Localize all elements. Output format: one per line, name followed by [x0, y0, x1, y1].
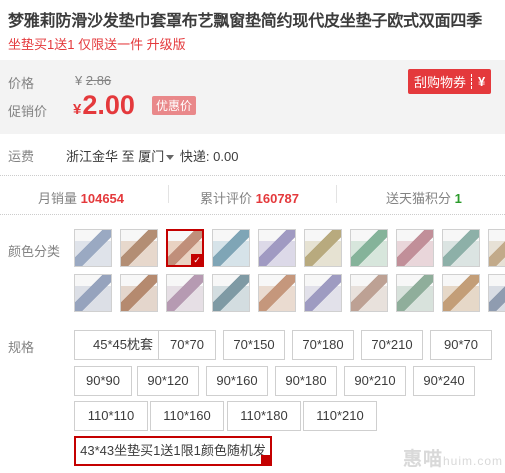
spec-option[interactable]: 43*43坐垫买1送1限1颜色随机发	[74, 436, 272, 466]
watermark-main: 惠喵	[402, 449, 443, 470]
tmall-points: 送天猫积分 1	[386, 188, 462, 207]
tmall-points-label: 送天猫积分	[386, 191, 452, 206]
spec-option[interactable]: 90*240	[413, 366, 475, 396]
color-label: 颜色分类	[8, 244, 61, 259]
color-swatch[interactable]	[166, 274, 204, 312]
spec-option[interactable]: 70*70	[158, 330, 216, 360]
color-swatch[interactable]	[304, 229, 342, 267]
spec-label: 规格	[8, 340, 35, 355]
original-price-label: 价格	[8, 76, 35, 91]
original-price-value: 2.86	[85, 73, 112, 88]
coupon-button[interactable]: 刮购物券 ¥	[408, 69, 492, 94]
chevron-down-icon	[166, 155, 175, 161]
original-price: ¥ 2.86	[75, 73, 111, 88]
color-swatch[interactable]: ✓	[166, 229, 204, 267]
divider	[168, 185, 169, 203]
color-swatch[interactable]	[442, 229, 480, 267]
divider	[336, 185, 337, 203]
ship-from: 浙江金华	[66, 149, 119, 164]
spec-option[interactable]: 110*160	[150, 401, 224, 431]
ship-to: 厦门	[138, 149, 165, 164]
color-swatch[interactable]	[258, 229, 296, 267]
color-swatch[interactable]	[396, 274, 434, 312]
stats-bar: 月销量 104654 累计评价 160787 送天猫积分 1	[0, 175, 505, 215]
promo-badge: 优惠价	[152, 96, 197, 115]
spec-option[interactable]: 110*180	[227, 401, 301, 431]
shipping-label: 运费	[8, 149, 35, 164]
spec-option[interactable]: 110*110	[74, 401, 148, 431]
shipping-info: 浙江金华 至 厦门 快递: 0.00	[66, 146, 238, 165]
color-swatch[interactable]	[120, 274, 158, 312]
original-price-currency: ¥	[75, 73, 83, 88]
spec-option[interactable]: 90*90	[74, 366, 132, 396]
spec-option[interactable]: 90*120	[137, 366, 199, 396]
color-swatch[interactable]	[396, 229, 434, 267]
promo-price-value: 2.00	[82, 90, 135, 120]
color-swatch[interactable]	[74, 229, 112, 267]
color-swatch[interactable]	[258, 274, 296, 312]
monthly-sales-value: 104654	[80, 191, 125, 206]
product-subtitle: 坐垫买1送1 仅限送一件 升级版	[8, 37, 186, 52]
watermark: 惠喵huim.com	[403, 444, 503, 471]
color-swatch[interactable]	[212, 229, 250, 267]
color-swatch[interactable]	[442, 274, 480, 312]
color-swatch[interactable]	[212, 274, 250, 312]
review-count-label: 累计评价	[200, 191, 253, 206]
ship-to-selector[interactable]: 厦门	[138, 149, 176, 164]
spec-option[interactable]: 90*160	[206, 366, 268, 396]
color-swatch[interactable]	[350, 274, 388, 312]
spec-option[interactable]: 90*180	[275, 366, 337, 396]
ship-to-word: 至	[121, 149, 135, 164]
tmall-points-value: 1	[454, 191, 462, 206]
monthly-sales-label: 月销量	[38, 191, 78, 206]
promo-price-label: 促销价	[8, 104, 48, 119]
spec-option[interactable]: 90*70	[430, 330, 492, 360]
spec-option[interactable]: 90*210	[344, 366, 406, 396]
review-count-value: 160787	[255, 191, 300, 206]
color-swatch[interactable]	[120, 229, 158, 267]
ship-cost: 快递: 0.00	[179, 149, 239, 164]
spec-option[interactable]: 70*210	[361, 330, 423, 360]
watermark-sub: huim.com	[442, 454, 503, 468]
color-swatch[interactable]	[350, 229, 388, 267]
yen-icon: ¥	[471, 74, 491, 89]
spec-option[interactable]: 70*150	[223, 330, 285, 360]
promo-price: ¥2.00	[73, 90, 135, 121]
product-title: 梦雅莉防滑沙发垫巾套罩布艺飘窗垫简约现代皮坐垫子欧式双面四季	[8, 13, 483, 30]
promo-price-currency: ¥	[73, 101, 82, 118]
review-count[interactable]: 累计评价 160787	[200, 188, 299, 207]
monthly-sales: 月销量 104654	[38, 188, 124, 207]
spec-option[interactable]: 110*210	[303, 401, 377, 431]
check-icon	[261, 455, 271, 465]
color-swatch[interactable]	[304, 274, 342, 312]
check-icon: ✓	[191, 254, 202, 265]
color-swatch[interactable]	[488, 229, 505, 267]
spec-option[interactable]: 70*180	[292, 330, 354, 360]
coupon-label: 刮购物券	[414, 75, 467, 90]
color-swatch[interactable]	[488, 274, 505, 312]
price-panel: 价格 ¥ 2.86 促销价 ¥2.00 优惠价 刮购物券 ¥	[0, 60, 505, 134]
color-swatch[interactable]	[74, 274, 112, 312]
